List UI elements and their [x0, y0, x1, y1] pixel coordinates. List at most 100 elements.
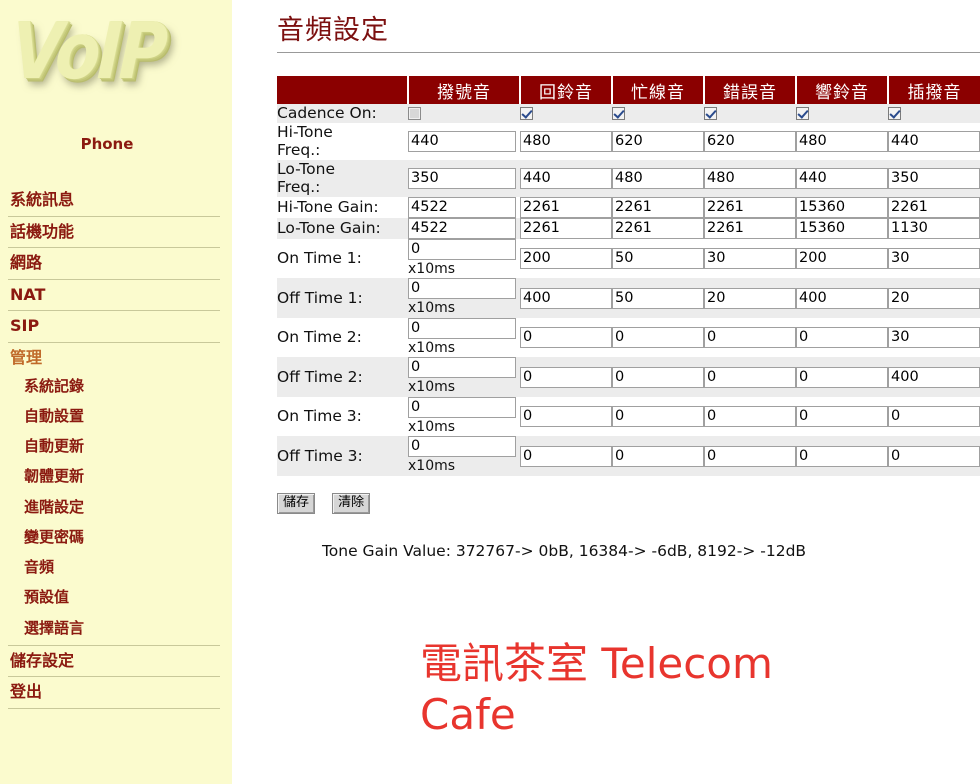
input-r7-c2[interactable]	[612, 327, 704, 349]
input-r4-c0[interactable]	[408, 217, 516, 239]
checkbox-5[interactable]	[888, 107, 901, 121]
input-r9-c5[interactable]	[888, 406, 980, 428]
sidebar-item-9[interactable]: 韌體更新	[8, 461, 220, 491]
input-r4-c1[interactable]	[520, 217, 612, 239]
sidebar-item-14[interactable]: 選擇語言	[8, 613, 220, 643]
input-r3-c1[interactable]	[520, 196, 612, 218]
input-r10-c5[interactable]	[888, 445, 980, 467]
input-r6-c4[interactable]	[796, 287, 888, 309]
input-r9-c2[interactable]	[612, 406, 704, 428]
input-r4-c3[interactable]	[704, 217, 796, 239]
input-cell-4	[796, 196, 888, 218]
clear-button[interactable]: 清除	[332, 492, 371, 515]
sidebar-item-16[interactable]: 登出	[8, 677, 220, 709]
input-r9-c0[interactable]	[408, 396, 516, 418]
sidebar-item-3[interactable]: NAT	[8, 280, 220, 312]
input-r10-c4[interactable]	[796, 445, 888, 467]
sidebar-item-4[interactable]: SIP	[8, 311, 220, 343]
input-r2-c2[interactable]	[612, 167, 704, 189]
sidebar-item-13[interactable]: 預設值	[8, 582, 220, 612]
sidebar-item-6[interactable]: 系統記錄	[8, 371, 220, 401]
sidebar-item-0[interactable]: 系統訊息	[8, 185, 220, 217]
input-r6-c0[interactable]	[408, 278, 516, 300]
input-cell-5	[888, 317, 980, 358]
input-r1-c5[interactable]	[888, 130, 980, 152]
input-r5-c5[interactable]	[888, 248, 980, 270]
checkbox-3[interactable]	[704, 107, 717, 121]
sidebar-item-5[interactable]: 管理	[8, 343, 220, 371]
input-r2-c1[interactable]	[520, 167, 612, 189]
checkbox-2[interactable]	[612, 107, 625, 121]
sidebar-item-2[interactable]: 網路	[8, 248, 220, 280]
input-r1-c0[interactable]	[408, 130, 516, 152]
input-r8-c5[interactable]	[888, 366, 980, 388]
input-r7-c3[interactable]	[704, 327, 796, 349]
input-r10-c0[interactable]	[408, 436, 516, 458]
input-r9-c3[interactable]	[704, 406, 796, 428]
input-r3-c5[interactable]	[888, 196, 980, 218]
input-r1-c3[interactable]	[704, 130, 796, 152]
input-r8-c2[interactable]	[612, 366, 704, 388]
input-r9-c4[interactable]	[796, 406, 888, 428]
input-r2-c5[interactable]	[888, 167, 980, 189]
input-r1-c4[interactable]	[796, 130, 888, 152]
input-r7-c5[interactable]	[888, 327, 980, 349]
input-cell-1	[520, 196, 612, 218]
save-button[interactable]: 儲存	[277, 492, 316, 515]
input-r10-c3[interactable]	[704, 445, 796, 467]
input-r5-c1[interactable]	[520, 248, 612, 270]
sidebar-item-1[interactable]: 話機功能	[8, 217, 220, 249]
sidebar-item-8[interactable]: 自動更新	[8, 431, 220, 461]
input-r7-c0[interactable]	[408, 317, 516, 339]
input-r5-c2[interactable]	[612, 248, 704, 270]
input-r6-c5[interactable]	[888, 287, 980, 309]
input-r6-c3[interactable]	[704, 287, 796, 309]
input-r4-c2[interactable]	[612, 217, 704, 239]
input-r2-c3[interactable]	[704, 167, 796, 189]
checkbox-0[interactable]	[408, 107, 421, 121]
input-r5-c3[interactable]	[704, 248, 796, 270]
input-r1-c2[interactable]	[612, 130, 704, 152]
cadence-checkbox-cell-1	[520, 104, 612, 123]
input-cell-2	[612, 122, 704, 160]
input-r7-c4[interactable]	[796, 327, 888, 349]
cadence-checkbox-cell-4	[796, 104, 888, 123]
input-r8-c4[interactable]	[796, 366, 888, 388]
sidebar-item-11[interactable]: 變更密碼	[8, 522, 220, 552]
input-r3-c0[interactable]	[408, 196, 516, 218]
input-r3-c3[interactable]	[704, 196, 796, 218]
input-r9-c1[interactable]	[520, 406, 612, 428]
input-r10-c1[interactable]	[520, 445, 612, 467]
input-r4-c5[interactable]	[888, 217, 980, 239]
table-row: Cadence On:	[277, 104, 980, 123]
input-r6-c2[interactable]	[612, 287, 704, 309]
input-cell-1	[520, 122, 612, 160]
input-r8-c0[interactable]	[408, 357, 516, 379]
input-r5-c4[interactable]	[796, 248, 888, 270]
table-row: Off Time 1:x10ms	[277, 278, 980, 318]
input-r7-c1[interactable]	[520, 327, 612, 349]
input-r5-c0[interactable]	[408, 238, 516, 260]
checkbox-4[interactable]	[796, 107, 809, 121]
input-r8-c3[interactable]	[704, 366, 796, 388]
input-cell-2	[612, 196, 704, 218]
input-r2-c0[interactable]	[408, 167, 516, 189]
sidebar-item-10[interactable]: 進階設定	[8, 492, 220, 522]
input-r1-c1[interactable]	[520, 130, 612, 152]
input-cell-4	[796, 238, 888, 279]
sidebar-item-7[interactable]: 自動設置	[8, 401, 220, 431]
input-cell-5	[888, 238, 980, 279]
input-r10-c2[interactable]	[612, 445, 704, 467]
input-r8-c1[interactable]	[520, 366, 612, 388]
units-label: x10ms	[408, 300, 456, 317]
checkbox-1[interactable]	[520, 107, 533, 121]
input-r3-c2[interactable]	[612, 196, 704, 218]
input-r2-c4[interactable]	[796, 167, 888, 189]
input-r6-c1[interactable]	[520, 287, 612, 309]
input-r3-c4[interactable]	[796, 196, 888, 218]
sidebar-item-12[interactable]: 音頻	[8, 552, 220, 582]
sidebar-item-15[interactable]: 儲存設定	[8, 644, 220, 678]
input-r4-c4[interactable]	[796, 217, 888, 239]
table-row: On Time 1:x10ms	[277, 238, 980, 279]
input-cell-5	[888, 278, 980, 318]
